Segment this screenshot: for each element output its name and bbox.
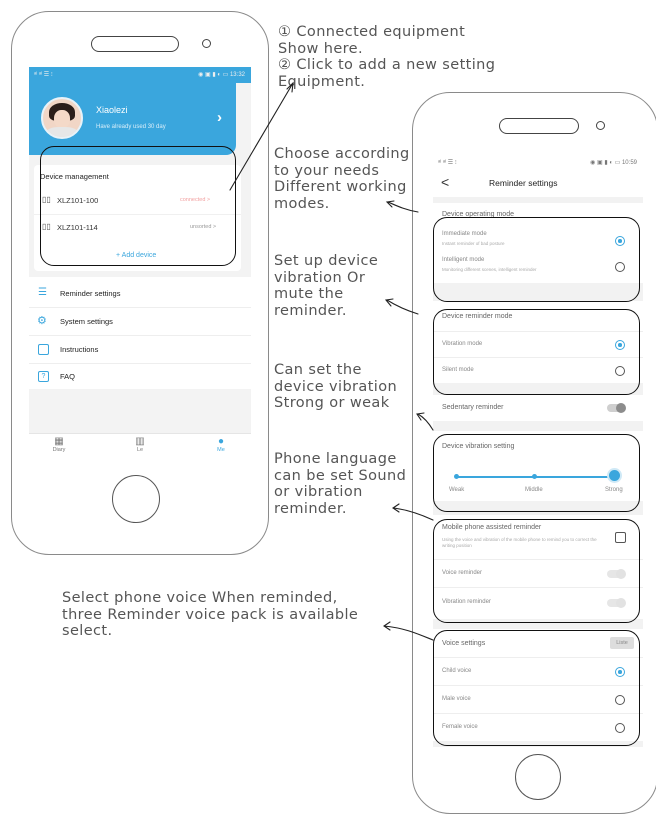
arrow-modes [385, 200, 419, 213]
arrow-vibration [384, 298, 419, 315]
annotation-arrows [229, 81, 434, 641]
arrow-strength [416, 412, 434, 431]
arrow-language [392, 503, 434, 521]
arrow-connected [229, 81, 294, 191]
arrow-voice [383, 621, 434, 641]
